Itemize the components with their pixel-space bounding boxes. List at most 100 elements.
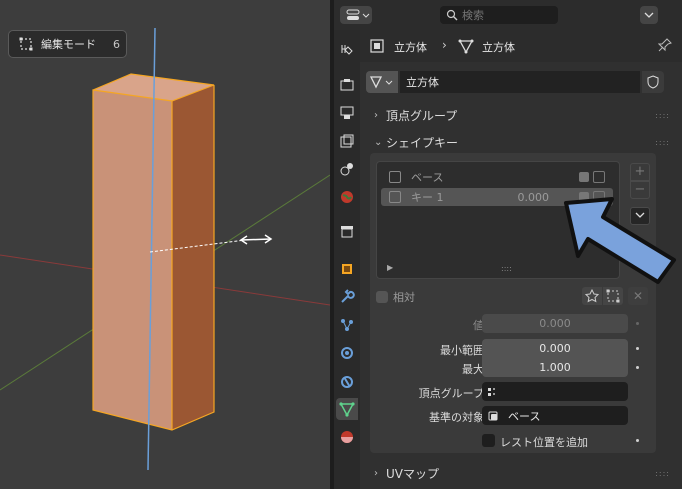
tab-world[interactable]: [336, 186, 358, 208]
shape-keys-title: シェイプキー: [386, 135, 459, 150]
edit-mode-shape-button[interactable]: [603, 287, 623, 305]
particles-icon: [341, 319, 353, 331]
constraints-icon: [341, 376, 353, 388]
pin-shape-key-button[interactable]: [582, 287, 602, 305]
mute-checkbox[interactable]: [579, 172, 589, 182]
tab-material[interactable]: [336, 426, 358, 448]
editor-type-icon: [346, 9, 370, 20]
tab-collection[interactable]: [336, 220, 358, 242]
chevron-right-icon: ›: [374, 467, 378, 479]
tab-physics[interactable]: [336, 342, 358, 364]
viewport-scene: [0, 27, 330, 471]
scale-cursor-icon: [239, 234, 273, 245]
relative-label: 相対: [393, 291, 415, 304]
tab-view-layer[interactable]: [336, 130, 358, 152]
tab-modifiers[interactable]: [336, 286, 358, 308]
chevron-down-icon: [635, 212, 645, 218]
lock-icon[interactable]: [593, 191, 605, 203]
options-dropdown-button[interactable]: [640, 6, 658, 24]
mesh-browse-icon: [369, 76, 393, 89]
relative-to-field[interactable]: ベース: [482, 406, 628, 425]
tab-constraints[interactable]: [336, 370, 358, 392]
relative-checkbox[interactable]: [376, 291, 388, 303]
vertex-group-label: 頂点グループ: [418, 387, 484, 400]
tab-output[interactable]: [336, 102, 358, 124]
mute-checkbox[interactable]: [579, 192, 589, 202]
uv-maps-panel-header[interactable]: › UVマップ ::::: [374, 462, 674, 484]
shield-icon: [647, 75, 659, 89]
fake-user-button[interactable]: [642, 71, 664, 93]
pin-icon[interactable]: [658, 38, 672, 52]
shape-keys-panel-header[interactable]: ⌄ シェイプキー ::::: [374, 131, 674, 153]
range-max-label: 最大: [462, 363, 484, 376]
edit-mode-button[interactable]: 編集モード 6: [8, 30, 127, 58]
cube-side-face: [172, 85, 214, 430]
chevron-down-icon: [644, 12, 654, 18]
tool-icon: [341, 45, 353, 55]
range-max-field[interactable]: 1.000: [482, 358, 628, 377]
value-row: 値 0.000: [370, 314, 656, 334]
tab-tool[interactable]: [336, 40, 358, 62]
relative-row: 相対 ✕: [376, 287, 648, 307]
mode-count: 6: [113, 37, 120, 51]
physics-icon: [341, 347, 353, 359]
vertex-group-field[interactable]: [482, 382, 628, 401]
star-icon: [584, 288, 600, 303]
material-icon: [341, 431, 353, 443]
list-resize-handle-icon[interactable]: ::::: [501, 264, 512, 273]
properties-editor: 立方体 › 立方体 立方体 › 頂点グループ :::: ⌄ シェイプキー :: [334, 0, 682, 489]
mesh-name-field[interactable]: 立方体: [400, 71, 640, 93]
shape-key-row-selected[interactable]: キー 1 0.000: [381, 188, 613, 206]
tab-particles[interactable]: [336, 314, 358, 336]
mesh-browse-button[interactable]: [366, 71, 398, 93]
mode-label: 編集モード: [41, 38, 96, 51]
vertex-group-icon: [488, 387, 495, 396]
properties-header: [334, 0, 682, 30]
range-min-row: 最小範囲 0.000: [370, 339, 656, 359]
search-input[interactable]: [462, 8, 552, 22]
keyframe-dot-icon[interactable]: [636, 347, 639, 350]
shape-key-icon: [389, 171, 401, 183]
tab-mesh-data[interactable]: [336, 398, 358, 420]
drag-handle-icon[interactable]: ::::: [655, 111, 670, 120]
vertex-groups-title: 頂点グループ: [386, 108, 458, 123]
keyframe-dot-icon[interactable]: [636, 366, 639, 369]
edit-mode-icon: [19, 37, 33, 51]
collection-icon: [341, 226, 353, 238]
range-min-field[interactable]: 0.000: [482, 339, 628, 358]
shape-key-icon: [488, 411, 498, 420]
add-rest-checkbox[interactable]: [482, 434, 495, 447]
clear-weights-icon[interactable]: ✕: [628, 287, 648, 305]
tab-object[interactable]: [336, 258, 358, 280]
chevron-down-icon: ⌄: [374, 136, 383, 148]
drag-handle-icon[interactable]: ::::: [655, 469, 670, 478]
render-icon: [340, 79, 354, 91]
lock-icon[interactable]: [593, 171, 605, 183]
filter-toggle-icon[interactable]: ▶: [387, 263, 393, 272]
shape-key-list[interactable]: ベース キー 1 0.000 ▶ ::::: [376, 161, 620, 279]
value-field[interactable]: 0.000: [482, 314, 628, 333]
3d-viewport[interactable]: 編集モード 6: [0, 0, 330, 489]
vertex-groups-panel-header[interactable]: › 頂点グループ ::::: [374, 104, 674, 126]
properties-tabs: [334, 30, 360, 489]
keyframe-dot-icon[interactable]: [636, 439, 639, 442]
shape-key-value[interactable]: 0.000: [518, 191, 550, 204]
relative-to-label: 基準の対象: [429, 411, 484, 424]
breadcrumb: 立方体 › 立方体: [360, 30, 682, 62]
keyframe-dot-icon[interactable]: [636, 322, 639, 325]
output-icon: [340, 106, 354, 119]
breadcrumb-object: 立方体: [394, 41, 427, 54]
search-field[interactable]: [440, 6, 558, 24]
remove-shape-key-button[interactable]: −: [630, 181, 650, 199]
editor-type-button[interactable]: [340, 6, 372, 24]
drag-handle-icon[interactable]: ::::: [655, 138, 670, 147]
shape-key-specials-button[interactable]: [630, 207, 650, 225]
breadcrumb-mesh: 立方体: [482, 41, 515, 54]
shape-keys-panel: ベース キー 1 0.000 ▶ :::: + − 相対 ✕ 値 0.000 最…: [370, 153, 656, 453]
tab-scene[interactable]: [336, 158, 358, 180]
add-shape-key-button[interactable]: +: [630, 163, 650, 181]
shape-key-row[interactable]: ベース: [381, 168, 613, 186]
mesh-name-text: 立方体: [406, 76, 439, 89]
uv-maps-title: UVマップ: [386, 466, 439, 481]
tab-render[interactable]: [336, 74, 358, 96]
